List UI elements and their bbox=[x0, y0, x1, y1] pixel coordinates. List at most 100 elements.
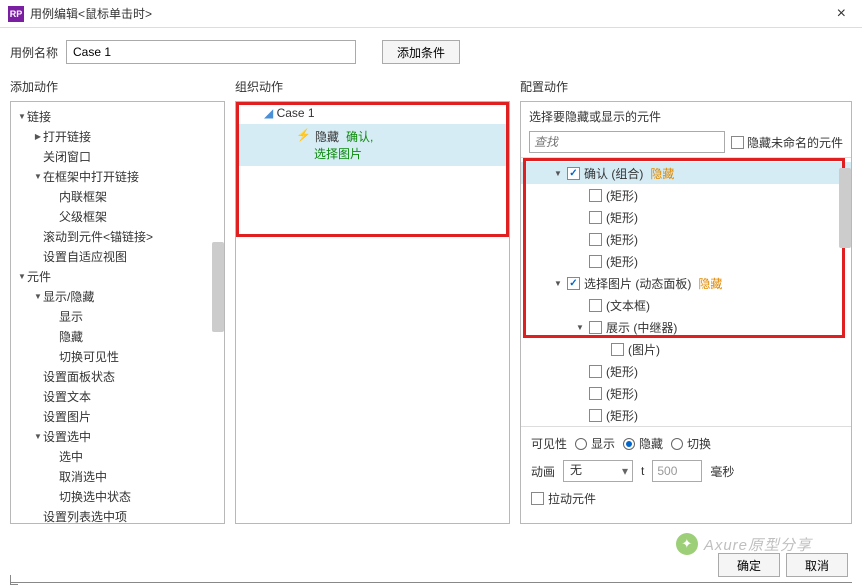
tree-label: 切换可见性 bbox=[59, 348, 119, 365]
org-action-item[interactable]: ⚡ 隐藏 确认, 选择图片 bbox=[236, 124, 509, 166]
anim-duration-input[interactable] bbox=[652, 460, 702, 482]
action-tree-item[interactable]: 设置列表选中项 bbox=[11, 506, 224, 524]
action-tree-item[interactable]: 取消选中 bbox=[11, 466, 224, 486]
bolt-icon: ⚡ bbox=[296, 128, 311, 142]
action-tree-item[interactable]: 元件 bbox=[11, 266, 224, 286]
widget-checkbox[interactable] bbox=[611, 343, 624, 356]
widget-tree-row[interactable]: (文本框) bbox=[521, 294, 851, 316]
widget-label: (矩形) bbox=[606, 385, 638, 402]
case-name-row: 用例名称 添加条件 bbox=[0, 28, 862, 74]
cancel-button[interactable]: 取消 bbox=[786, 553, 848, 577]
scrollbar-thumb[interactable] bbox=[839, 168, 851, 248]
action-tree-item[interactable]: 设置面板状态 bbox=[11, 366, 224, 386]
tree-label: 切换选中状态 bbox=[59, 488, 131, 505]
tree-label: 隐藏 bbox=[59, 328, 83, 345]
expand-icon bbox=[575, 322, 585, 332]
widget-checkbox[interactable] bbox=[589, 233, 602, 246]
tree-label: 父级框架 bbox=[59, 208, 107, 225]
action-tree-item[interactable]: 显示/隐藏 bbox=[11, 286, 224, 306]
widget-tree-row[interactable]: (矩形) bbox=[521, 404, 851, 426]
case-name-input[interactable] bbox=[66, 40, 356, 64]
visibility-label: 可见性 bbox=[531, 435, 567, 452]
widget-checkbox[interactable] bbox=[589, 365, 602, 378]
action-tree-item[interactable]: 切换选中状态 bbox=[11, 486, 224, 506]
tree-label: 设置选中 bbox=[43, 428, 91, 445]
anim-unit: 毫秒 bbox=[710, 463, 734, 480]
close-icon[interactable]: × bbox=[829, 5, 854, 23]
widget-tree-row[interactable]: (图片) bbox=[521, 338, 851, 360]
widget-checkbox[interactable] bbox=[567, 167, 580, 180]
tree-label: 设置列表选中项 bbox=[43, 508, 127, 525]
action-tree-item[interactable]: 切换可见性 bbox=[11, 346, 224, 366]
org-target-1: 确认, bbox=[346, 128, 373, 145]
action-tree-item[interactable]: 选中 bbox=[11, 446, 224, 466]
widget-tree-row[interactable]: 选择图片 (动态面板)隐藏 bbox=[521, 272, 851, 294]
app-icon: RP bbox=[8, 6, 24, 22]
expand-icon bbox=[553, 278, 563, 288]
add-condition-button[interactable]: 添加条件 bbox=[382, 40, 460, 64]
org-case-item[interactable]: ◢ Case 1 bbox=[264, 106, 315, 120]
widget-tree-row[interactable]: (矩形) bbox=[521, 206, 851, 228]
widget-tree-row[interactable]: 确认 (组合)隐藏 bbox=[521, 162, 851, 184]
expand-icon bbox=[17, 271, 27, 281]
action-tree-item[interactable]: 在框架中打开链接 bbox=[11, 166, 224, 186]
action-tree-item[interactable]: 显示 bbox=[11, 306, 224, 326]
add-action-header: 添加动作 bbox=[10, 74, 225, 101]
widget-checkbox[interactable] bbox=[589, 211, 602, 224]
action-tree-item[interactable]: 设置自适应视图 bbox=[11, 246, 224, 266]
radio-hide[interactable]: 隐藏 bbox=[623, 435, 663, 452]
widget-checkbox[interactable] bbox=[589, 409, 602, 422]
cfg-search-input[interactable] bbox=[529, 131, 725, 153]
action-tree-item[interactable]: 关闭窗口 bbox=[11, 146, 224, 166]
widget-label: (文本框) bbox=[606, 297, 650, 314]
widget-checkbox[interactable] bbox=[567, 277, 580, 290]
expand-icon bbox=[33, 291, 43, 301]
action-tree-item[interactable]: 隐藏 bbox=[11, 326, 224, 346]
tree-label: 选中 bbox=[59, 448, 83, 465]
action-tree-item[interactable]: 打开链接 bbox=[11, 126, 224, 146]
widget-label: (矩形) bbox=[606, 187, 638, 204]
pull-widgets-checkbox[interactable]: 拉动元件 bbox=[531, 490, 596, 507]
anim-select[interactable]: 无 bbox=[563, 460, 633, 482]
radio-toggle[interactable]: 切换 bbox=[671, 435, 711, 452]
action-tree-item[interactable]: 内联框架 bbox=[11, 186, 224, 206]
action-tree-item[interactable]: 设置图片 bbox=[11, 406, 224, 426]
widget-tree-row[interactable]: (矩形) bbox=[521, 382, 851, 404]
action-tree-item[interactable]: 父级框架 bbox=[11, 206, 224, 226]
expand-icon bbox=[553, 168, 563, 178]
expand-icon bbox=[33, 431, 43, 441]
hide-unnamed-checkbox[interactable]: 隐藏未命名的元件 bbox=[731, 134, 843, 151]
org-panel: ◢ Case 1 ⚡ 隐藏 确认, 选择图片 bbox=[235, 101, 510, 524]
tree-label: 设置自适应视图 bbox=[43, 248, 127, 265]
widget-checkbox[interactable] bbox=[589, 387, 602, 400]
wechat-icon: ✦ bbox=[676, 533, 698, 555]
scrollbar-thumb[interactable] bbox=[212, 242, 224, 332]
widget-checkbox[interactable] bbox=[589, 299, 602, 312]
widget-tree-row[interactable]: (矩形) bbox=[521, 184, 851, 206]
case-name-label: 用例名称 bbox=[10, 44, 58, 61]
widget-checkbox[interactable] bbox=[589, 321, 602, 334]
action-tree-item[interactable]: 设置选中 bbox=[11, 426, 224, 446]
ok-button[interactable]: 确定 bbox=[718, 553, 780, 577]
tree-label: 设置图片 bbox=[43, 408, 91, 425]
org-action-verb: 隐藏 bbox=[315, 128, 339, 145]
widget-tree-row[interactable]: (矩形) bbox=[521, 360, 851, 382]
action-tree-item[interactable]: 滚动到元件<锚链接> bbox=[11, 226, 224, 246]
widget-label: (矩形) bbox=[606, 363, 638, 380]
widget-tree-row[interactable]: (矩形) bbox=[521, 228, 851, 250]
widget-checkbox[interactable] bbox=[589, 255, 602, 268]
expand-icon bbox=[33, 171, 43, 181]
widget-label: (矩形) bbox=[606, 209, 638, 226]
widget-tree-row[interactable]: (矩形) bbox=[521, 250, 851, 272]
widget-checkbox[interactable] bbox=[589, 189, 602, 202]
tree-label: 设置面板状态 bbox=[43, 368, 115, 385]
action-tree-item[interactable]: 设置文本 bbox=[11, 386, 224, 406]
tree-label: 内联框架 bbox=[59, 188, 107, 205]
action-tree-panel: 链接打开链接关闭窗口在框架中打开链接内联框架父级框架滚动到元件<锚链接> 设置自适… bbox=[10, 101, 225, 524]
dialog-footer: 确定 取消 bbox=[718, 553, 848, 577]
tree-label: 取消选中 bbox=[59, 468, 107, 485]
radio-show[interactable]: 显示 bbox=[575, 435, 615, 452]
action-tree-item[interactable]: 链接 bbox=[11, 106, 224, 126]
widget-tree-row[interactable]: 展示 (中继器) bbox=[521, 316, 851, 338]
tree-label: 设置文本 bbox=[43, 388, 91, 405]
